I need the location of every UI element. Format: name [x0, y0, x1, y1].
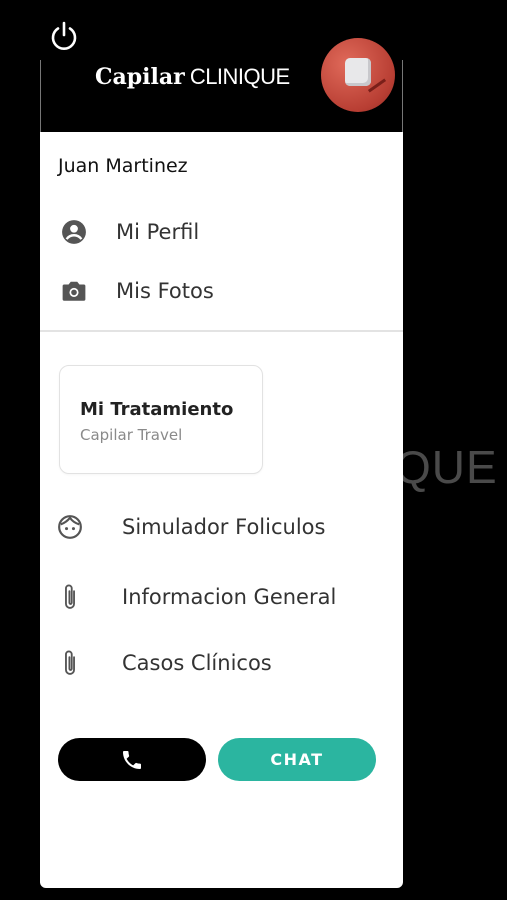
avatar[interactable]	[321, 38, 395, 112]
link-informacion-general[interactable]: Informacion General	[56, 582, 336, 612]
face-icon	[56, 512, 84, 542]
chat-button[interactable]: CHAT	[218, 738, 376, 781]
link-label: Informacion General	[122, 585, 337, 609]
avatar-image-object	[345, 58, 371, 86]
phone-icon	[123, 750, 141, 769]
link-label: Casos Clínicos	[122, 651, 272, 675]
menu-item-label: Mis Fotos	[116, 279, 214, 303]
treatment-subtitle: Capilar Travel	[80, 426, 183, 444]
brand-bold: Capilar	[95, 64, 185, 90]
link-casos-clinicos[interactable]: Casos Clínicos	[56, 648, 272, 678]
divider	[40, 330, 403, 332]
paperclip-icon	[56, 582, 84, 612]
treatment-title: Mi Tratamiento	[80, 399, 234, 420]
background-brand-text: QUE	[395, 441, 498, 493]
call-button[interactable]	[58, 738, 206, 781]
power-icon	[51, 21, 77, 50]
paperclip-icon	[56, 648, 84, 678]
link-simulador-foliculos[interactable]: Simulador Foliculos	[56, 512, 325, 542]
navigation-drawer: Capilar CLINIQUE Juan Martinez Mi Perfil…	[40, 60, 403, 888]
menu-item-mis-fotos[interactable]: Mis Fotos	[60, 277, 214, 305]
power-button[interactable]	[48, 20, 80, 52]
camera-icon	[60, 277, 88, 305]
user-name: Juan Martinez	[58, 155, 188, 177]
account-circle-icon	[60, 218, 88, 246]
menu-item-mi-perfil[interactable]: Mi Perfil	[60, 218, 199, 246]
treatment-card[interactable]: Mi Tratamiento Capilar Travel	[59, 365, 263, 474]
brand-logo: Capilar CLINIQUE	[95, 64, 290, 90]
menu-item-label: Mi Perfil	[116, 220, 200, 244]
brand-light: CLINIQUE	[189, 64, 290, 89]
link-label: Simulador Foliculos	[122, 515, 326, 539]
